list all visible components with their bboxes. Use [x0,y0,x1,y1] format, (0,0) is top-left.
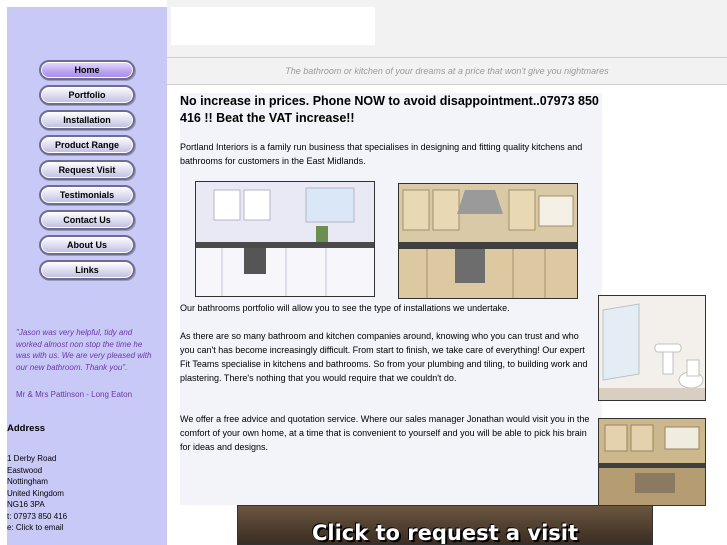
nav-product-range-button[interactable]: Product Range [39,135,135,155]
testimonial-author: Mr & Mrs Pattinson - Long Eaton [16,390,133,399]
address-line: United Kingdom [7,488,64,498]
kitchen-photo-white[interactable] [195,181,375,297]
kitchen-photo-maple-illustration [399,184,577,298]
phone-number: t: 07973 850 416 [7,511,68,521]
kitchen-photo-small-illustration [599,419,705,505]
page-headline: No increase in prices. Phone NOW to avoi… [180,94,599,125]
nav-home-button[interactable]: Home [39,60,135,80]
kitchen-photo-small[interactable] [598,418,706,506]
intro-paragraph: Portland Interiors is a family run busin… [180,142,583,166]
nav-testimonials-button[interactable]: Testimonials [39,185,135,205]
logo[interactable] [171,7,375,45]
testimonial-quote: "Jason was very helpful, tidy and worked… [16,328,152,372]
nav-about-us-button[interactable]: About Us [39,235,135,255]
sidebar: Home Portfolio Installation Product Rang… [7,7,167,545]
portfolio-paragraph: Our bathrooms portfolio will allow you t… [180,303,510,313]
tagline-bar: The bathroom or kitchen of your dreams a… [167,57,727,85]
tagline: The bathroom or kitchen of your dreams a… [285,66,609,76]
trust-paragraph: As there are so many bathroom and kitche… [180,331,588,383]
kitchen-photo-white-illustration [196,182,374,296]
bathroom-photo-illustration [599,296,705,400]
request-visit-banner-label: Click to request a visit [311,521,579,545]
nav-portfolio-button[interactable]: Portfolio [39,85,135,105]
nav-links-button[interactable]: Links [39,260,135,280]
address-line: NG16 3PA [7,500,45,509]
address-block: 1 Derby Road Eastwood Nottingham United … [7,453,67,534]
nav-contact-us-button[interactable]: Contact Us [39,210,135,230]
address-heading: Address [7,423,46,434]
email-link[interactable]: e: Click to email [7,522,67,534]
address-line: Nottingham [7,477,48,486]
bathroom-photo[interactable] [598,295,706,401]
kitchen-photo-maple[interactable] [398,183,578,299]
quotation-paragraph: We offer a free advice and quotation ser… [180,414,590,452]
request-visit-banner[interactable]: Click to request a visit [237,505,653,545]
nav-request-visit-button[interactable]: Request Visit [39,160,135,180]
address-line: 1 Derby Road [7,454,57,463]
address-line: Eastwood [7,465,43,475]
nav-installation-button[interactable]: Installation [39,110,135,130]
